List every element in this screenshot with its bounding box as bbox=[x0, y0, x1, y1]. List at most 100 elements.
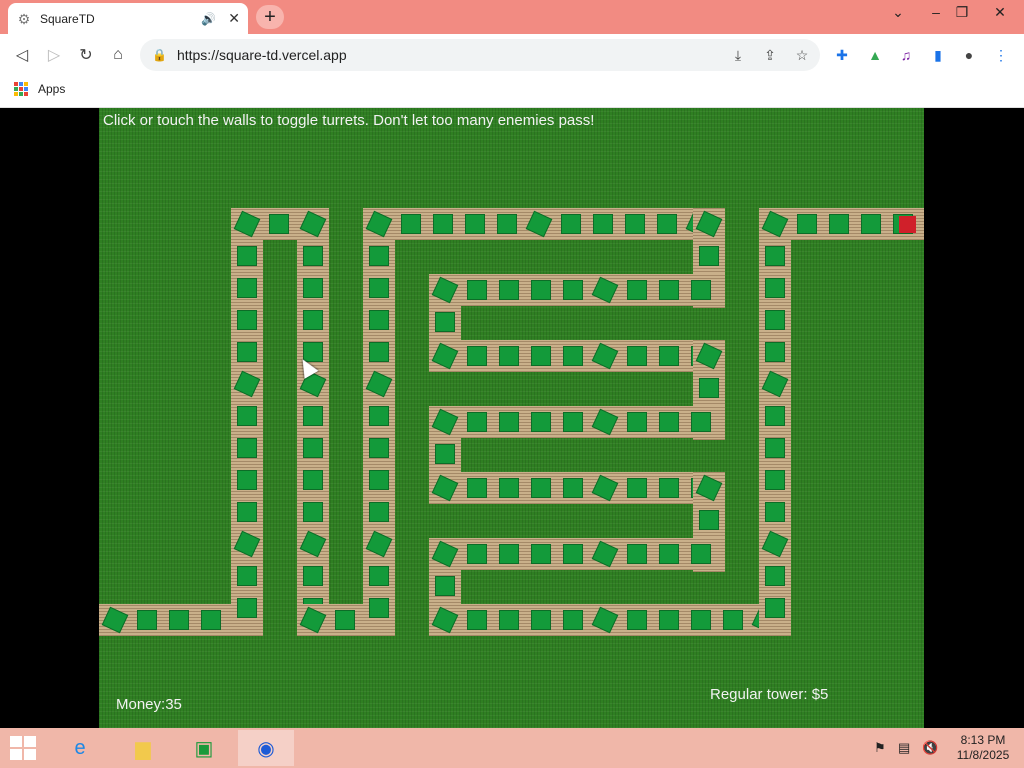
turret[interactable] bbox=[137, 610, 157, 630]
turret[interactable] bbox=[659, 544, 679, 564]
turret[interactable] bbox=[303, 278, 323, 298]
turret[interactable] bbox=[435, 444, 455, 464]
turret[interactable] bbox=[303, 470, 323, 490]
turret[interactable] bbox=[659, 346, 679, 366]
turret[interactable] bbox=[369, 406, 389, 426]
turret[interactable] bbox=[657, 214, 677, 234]
bookmark-icon[interactable]: ☆ bbox=[793, 46, 811, 64]
profile-icon[interactable]: ● bbox=[960, 46, 978, 64]
turret[interactable] bbox=[531, 412, 551, 432]
turret[interactable] bbox=[563, 544, 583, 564]
turret[interactable] bbox=[699, 246, 719, 266]
turret[interactable] bbox=[335, 610, 355, 630]
turret[interactable] bbox=[303, 566, 323, 586]
turret[interactable] bbox=[237, 310, 257, 330]
turret[interactable] bbox=[435, 312, 455, 332]
turret[interactable] bbox=[435, 576, 455, 596]
turret[interactable] bbox=[625, 214, 645, 234]
turret[interactable] bbox=[499, 412, 519, 432]
turret[interactable] bbox=[303, 502, 323, 522]
turret[interactable] bbox=[765, 438, 785, 458]
address-bar[interactable]: 🔒 https://square-td.vercel.app bbox=[140, 39, 820, 71]
turret[interactable] bbox=[237, 470, 257, 490]
turret[interactable] bbox=[627, 412, 647, 432]
turret[interactable] bbox=[467, 346, 487, 366]
turret[interactable] bbox=[303, 406, 323, 426]
turret[interactable] bbox=[401, 214, 421, 234]
flag-icon[interactable]: ⚑ bbox=[874, 740, 886, 756]
turret[interactable] bbox=[369, 246, 389, 266]
apps-shortcut[interactable]: Apps bbox=[14, 82, 65, 96]
turret[interactable] bbox=[691, 280, 711, 300]
chevron-down-icon[interactable]: ⌄ bbox=[882, 0, 914, 24]
network-icon[interactable]: ▤ bbox=[898, 740, 910, 756]
turret[interactable] bbox=[237, 566, 257, 586]
turret[interactable] bbox=[765, 502, 785, 522]
turret[interactable] bbox=[563, 610, 583, 630]
side-panel-icon[interactable]: ▮ bbox=[929, 46, 947, 64]
turret[interactable] bbox=[499, 478, 519, 498]
media-icon[interactable]: ♫ bbox=[897, 46, 915, 64]
volume-muted-icon[interactable]: 🔇 bbox=[922, 740, 938, 756]
turret[interactable] bbox=[561, 214, 581, 234]
restore-button[interactable]: ❐ bbox=[946, 0, 978, 24]
turret[interactable] bbox=[369, 598, 389, 618]
clock[interactable]: 8:13 PM 11/8/2025 bbox=[948, 733, 1018, 763]
store-icon[interactable]: ▣ bbox=[176, 730, 232, 766]
menu-icon[interactable]: ⋮ bbox=[992, 46, 1010, 64]
turret[interactable] bbox=[269, 214, 289, 234]
turret[interactable] bbox=[563, 412, 583, 432]
share-icon[interactable]: ⇪ bbox=[761, 46, 779, 64]
turret[interactable] bbox=[369, 278, 389, 298]
turret[interactable] bbox=[531, 610, 551, 630]
close-tab-icon[interactable]: ✕ bbox=[228, 10, 240, 27]
turret[interactable] bbox=[691, 412, 711, 432]
turret[interactable] bbox=[497, 214, 517, 234]
turret[interactable] bbox=[861, 214, 881, 234]
turret[interactable] bbox=[303, 310, 323, 330]
forward-button[interactable]: ▷ bbox=[42, 43, 66, 67]
turret[interactable] bbox=[627, 610, 647, 630]
turret[interactable] bbox=[499, 544, 519, 564]
close-window-button[interactable]: ✕ bbox=[984, 0, 1016, 24]
turret[interactable] bbox=[765, 470, 785, 490]
turret[interactable] bbox=[829, 214, 849, 234]
turret[interactable] bbox=[659, 280, 679, 300]
turret[interactable] bbox=[531, 346, 551, 366]
turret[interactable] bbox=[433, 214, 453, 234]
windows-start-button[interactable] bbox=[10, 736, 38, 760]
turret[interactable] bbox=[237, 438, 257, 458]
turret[interactable] bbox=[369, 310, 389, 330]
turret[interactable] bbox=[531, 280, 551, 300]
turret[interactable] bbox=[627, 346, 647, 366]
audio-icon[interactable]: 🔊 bbox=[201, 12, 216, 26]
turret[interactable] bbox=[303, 438, 323, 458]
turret[interactable] bbox=[237, 342, 257, 362]
turret[interactable] bbox=[765, 246, 785, 266]
turret[interactable] bbox=[627, 544, 647, 564]
turret[interactable] bbox=[369, 502, 389, 522]
turret[interactable] bbox=[369, 342, 389, 362]
turret[interactable] bbox=[237, 246, 257, 266]
turret[interactable] bbox=[499, 610, 519, 630]
extension-icon[interactable]: ▲ bbox=[866, 46, 884, 64]
turret[interactable] bbox=[563, 280, 583, 300]
turret[interactable] bbox=[465, 214, 485, 234]
turret[interactable] bbox=[699, 510, 719, 530]
new-tab-button[interactable]: + bbox=[256, 5, 284, 29]
turret[interactable] bbox=[201, 610, 221, 630]
turret[interactable] bbox=[467, 610, 487, 630]
turret[interactable] bbox=[467, 478, 487, 498]
turret[interactable] bbox=[691, 610, 711, 630]
turret[interactable] bbox=[765, 342, 785, 362]
turret[interactable] bbox=[169, 610, 189, 630]
game-canvas[interactable]: Click or touch the walls to toggle turre… bbox=[99, 108, 924, 728]
turret[interactable] bbox=[765, 278, 785, 298]
turret[interactable] bbox=[531, 544, 551, 564]
turret[interactable] bbox=[659, 610, 679, 630]
tab-squaretd[interactable]: ⚙ SquareTD 🔊 ✕ bbox=[8, 3, 248, 34]
turret[interactable] bbox=[659, 412, 679, 432]
turret[interactable] bbox=[237, 406, 257, 426]
turret[interactable] bbox=[699, 378, 719, 398]
turret[interactable] bbox=[531, 478, 551, 498]
